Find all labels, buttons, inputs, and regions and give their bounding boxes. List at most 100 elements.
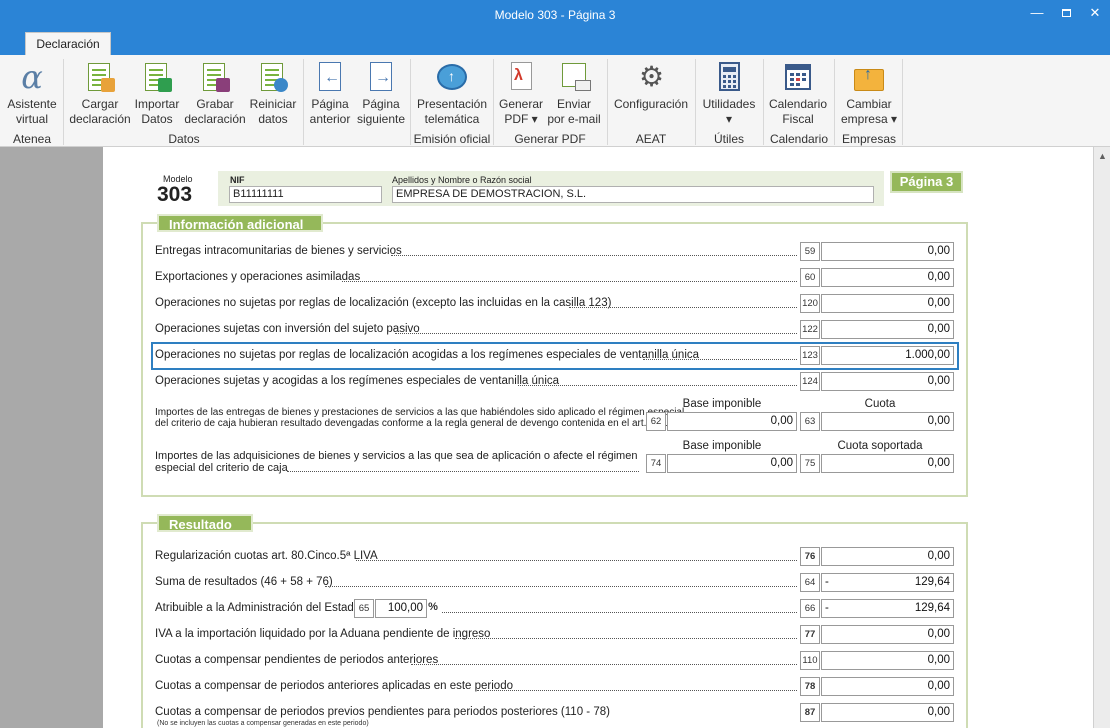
group-separator xyxy=(902,59,903,145)
import-document-icon xyxy=(141,61,173,93)
box-number: 77 xyxy=(800,625,820,644)
value-field-64[interactable]: -129,64 xyxy=(821,573,954,592)
presentacion-telematica-button[interactable]: ↑ Presentación telemática xyxy=(416,61,488,127)
value-field-124[interactable]: 0,00 xyxy=(821,372,954,391)
value-field-62[interactable]: 0,00 xyxy=(667,412,797,431)
column-header-cuota-soportada: Cuota soportada xyxy=(837,440,923,452)
resultado-row: Atribuible a la Administración del Estad… xyxy=(155,599,955,619)
box-number: 66 xyxy=(800,599,820,618)
tab-declaracion[interactable]: Declaración xyxy=(25,32,111,56)
column-header-base: Base imponible xyxy=(682,440,762,452)
box-number: 78 xyxy=(800,677,820,696)
group-separator xyxy=(303,59,304,145)
caja-adquisiciones-text: Importes de las adquisiciones de bienes … xyxy=(155,450,639,474)
configuracion-button[interactable]: ⚙ Configuración xyxy=(612,61,690,112)
grabar-declaracion-button[interactable]: Grabar declaración xyxy=(183,61,247,127)
cloud-upload-icon: ↑ xyxy=(436,61,468,93)
value-field-66[interactable]: -129,64 xyxy=(821,599,954,618)
reiniciar-datos-button[interactable]: Reiniciar datos xyxy=(248,61,298,127)
window-title: Modelo 303 - Página 3 xyxy=(494,8,616,22)
cambiar-empresa-button[interactable]: ↑ Cambiar empresa ▾ xyxy=(839,61,899,127)
value-field-74[interactable]: 0,00 xyxy=(667,454,797,473)
value-field-123[interactable]: 1.000,00 xyxy=(821,346,954,365)
enviar-email-button[interactable]: Enviar por e-mail xyxy=(546,61,602,127)
utilidades-button[interactable]: Utilidades ▾ xyxy=(700,61,758,127)
box-number: 122 xyxy=(800,320,820,339)
close-button[interactable]: ✕ xyxy=(1080,0,1110,28)
box-number: 76 xyxy=(800,547,820,566)
resultado-row: Suma de resultados (46 + 58 + 76) 64 -12… xyxy=(155,573,955,593)
box-number: 60 xyxy=(800,268,820,287)
generar-pdf-button[interactable]: λ Generar PDF ▾ xyxy=(497,61,545,127)
vertical-scrollbar[interactable]: ▲ xyxy=(1093,147,1110,728)
ribbon: α Asistente virtual Cargar declaración I… xyxy=(0,55,1110,147)
info-adicional-section: Información adicional Entregas intracomu… xyxy=(141,214,968,497)
scroll-up-icon[interactable]: ▲ xyxy=(1098,151,1107,161)
box-number: 110 xyxy=(800,651,820,670)
group-label-empresas: Empresas xyxy=(841,132,897,146)
group-label-calendario: Calendario xyxy=(769,132,829,146)
group-label-utiles: Útiles xyxy=(713,132,744,146)
percent-field-65[interactable]: 100,00 xyxy=(375,599,427,618)
value-field-120[interactable]: 0,00 xyxy=(821,294,954,313)
box-number: 62 xyxy=(646,412,666,431)
resultado-row: Regularización cuotas art. 80.Cinco.5ª L… xyxy=(155,547,955,567)
alpha-icon: α xyxy=(21,58,43,96)
box-number: 123 xyxy=(800,346,820,365)
group-label-atenea: Atenea xyxy=(12,132,52,146)
email-document-icon xyxy=(558,61,591,93)
nif-field[interactable]: B11111111 xyxy=(229,186,382,203)
maximize-button[interactable] xyxy=(1051,0,1081,28)
resultado-row: Cuotas a compensar pendientes de periodo… xyxy=(155,651,955,671)
pagina-anterior-button[interactable]: ← Página anterior xyxy=(307,61,353,127)
pdf-icon: λ xyxy=(505,61,537,93)
load-document-icon xyxy=(84,61,116,93)
value-field-78[interactable]: 0,00 xyxy=(821,677,954,696)
info-row: Operaciones sujetas y acogidas a los reg… xyxy=(155,372,955,392)
title-bar: Modelo 303 - Página 3 — ✕ xyxy=(0,0,1110,30)
value-field-87[interactable]: 0,00 xyxy=(821,703,954,722)
form-page: Modelo 303 NIF Apellidos y Nombre o Razó… xyxy=(103,147,1093,728)
box-number: 120 xyxy=(800,294,820,313)
box-number: 74 xyxy=(646,454,666,473)
calendar-icon xyxy=(782,61,814,93)
caja-entregas-text: Importes de las entregas de bienes y pre… xyxy=(155,407,685,429)
value-field-110[interactable]: 0,00 xyxy=(821,651,954,670)
folder-icon: ↑ xyxy=(853,61,885,93)
box-number: 63 xyxy=(800,412,820,431)
percent-symbol: % xyxy=(428,601,438,613)
info-row: Operaciones sujetas con inversión del su… xyxy=(155,320,955,340)
value-field-77[interactable]: 0,00 xyxy=(821,625,954,644)
reset-document-icon xyxy=(257,61,289,93)
box-number: 65 xyxy=(354,599,374,618)
calendario-fiscal-button[interactable]: Calendario Fiscal xyxy=(767,61,829,127)
importar-datos-button[interactable]: Importar Datos xyxy=(133,61,181,127)
group-label-datos: Datos xyxy=(168,132,200,146)
value-field-122[interactable]: 0,00 xyxy=(821,320,954,339)
calculator-icon xyxy=(713,61,745,93)
page-number-badge: Página 3 xyxy=(890,171,963,193)
value-field-75[interactable]: 0,00 xyxy=(821,454,954,473)
box-number: 87 xyxy=(800,703,820,722)
group-label-emision: Emisión oficial xyxy=(413,132,491,146)
resultado-section: Resultado Regularización cuotas art. 80.… xyxy=(141,514,968,728)
resultado-row: Cuotas a compensar de periodos anteriore… xyxy=(155,677,955,697)
value-field-63[interactable]: 0,00 xyxy=(821,412,954,431)
resultado-row: IVA a la importación liquidado por la Ad… xyxy=(155,625,955,645)
column-header-base: Base imponible xyxy=(682,398,762,410)
pagina-siguiente-button[interactable]: → Página siguiente xyxy=(355,61,407,127)
column-header-cuota: Cuota xyxy=(864,398,896,410)
box-number: 59 xyxy=(800,242,820,261)
work-area: Modelo 303 NIF Apellidos y Nombre o Razó… xyxy=(0,147,1110,728)
gear-icon: ⚙ xyxy=(639,61,665,92)
taxpayer-header: NIF Apellidos y Nombre o Razón social B1… xyxy=(218,171,884,206)
razon-social-field[interactable]: EMPRESA DE DEMOSTRACION, S.L. xyxy=(392,186,874,203)
value-field-59[interactable]: 0,00 xyxy=(821,242,954,261)
cargar-declaracion-button[interactable]: Cargar declaración xyxy=(68,61,132,127)
asistente-virtual-button[interactable]: α Asistente virtual xyxy=(6,61,58,127)
previous-page-icon: ← xyxy=(314,61,346,93)
minimize-button[interactable]: — xyxy=(1022,0,1052,28)
next-page-icon: → xyxy=(365,61,397,93)
value-field-76[interactable]: 0,00 xyxy=(821,547,954,566)
value-field-60[interactable]: 0,00 xyxy=(821,268,954,287)
